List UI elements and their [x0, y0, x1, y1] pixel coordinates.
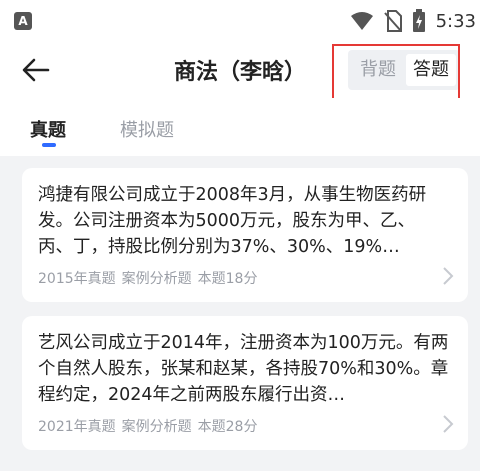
active-tab-indicator	[42, 143, 56, 147]
status-time: 5:33	[435, 10, 476, 32]
tab-real-exam[interactable]: 真题	[30, 116, 66, 142]
chevron-right-icon	[443, 267, 454, 285]
question-card[interactable]: 鸿捷有限公司成立于2008年3月，从事生物医药研发。公司注册资本为5000万元，…	[22, 168, 468, 302]
wifi-icon	[350, 12, 373, 30]
question-card[interactable]: 艺风公司成立于2014年，注册资本为100万元。有两个自然人股东，张某和赵某，各…	[22, 316, 468, 450]
question-text: 艺风公司成立于2014年，注册资本为100万元。有两个自然人股东，张某和赵某，各…	[38, 333, 449, 405]
question-meta: 2021年真题 案例分析题 本题28分	[38, 416, 257, 436]
status-bar: A 5:33	[0, 0, 480, 42]
arrow-left-icon	[22, 58, 50, 82]
question-score: 本题28分	[197, 419, 258, 435]
mode-answer-button[interactable]: 答题	[406, 54, 456, 86]
back-button[interactable]	[18, 52, 54, 88]
question-type: 案例分析题	[121, 271, 192, 287]
app-notification-icon: A	[14, 12, 32, 30]
question-text: 鸿捷有限公司成立于2008年3月，从事生物医药研发。公司注册资本为5000万元，…	[38, 185, 427, 257]
chevron-right-icon	[443, 415, 454, 433]
question-score: 本题18分	[197, 271, 258, 287]
question-meta: 2015年真题 案例分析题 本题18分	[38, 268, 257, 288]
no-sim-icon	[383, 10, 402, 32]
battery-charging-icon	[412, 9, 425, 32]
mode-toggle: 背题 答题	[348, 50, 460, 90]
mode-recite-button[interactable]: 背题	[352, 54, 404, 86]
question-type: 案例分析题	[121, 419, 192, 435]
navigation-bar: 商法（李晗） 背题 答题	[0, 42, 480, 98]
status-icons: 5:33	[350, 8, 476, 34]
question-year: 2021年真题	[38, 419, 116, 435]
question-year: 2015年真题	[38, 271, 116, 287]
page-title: 商法（李晗）	[173, 60, 306, 85]
tab-bar: 真题 模拟题	[0, 98, 480, 156]
tab-mock-exam[interactable]: 模拟题	[120, 116, 174, 142]
